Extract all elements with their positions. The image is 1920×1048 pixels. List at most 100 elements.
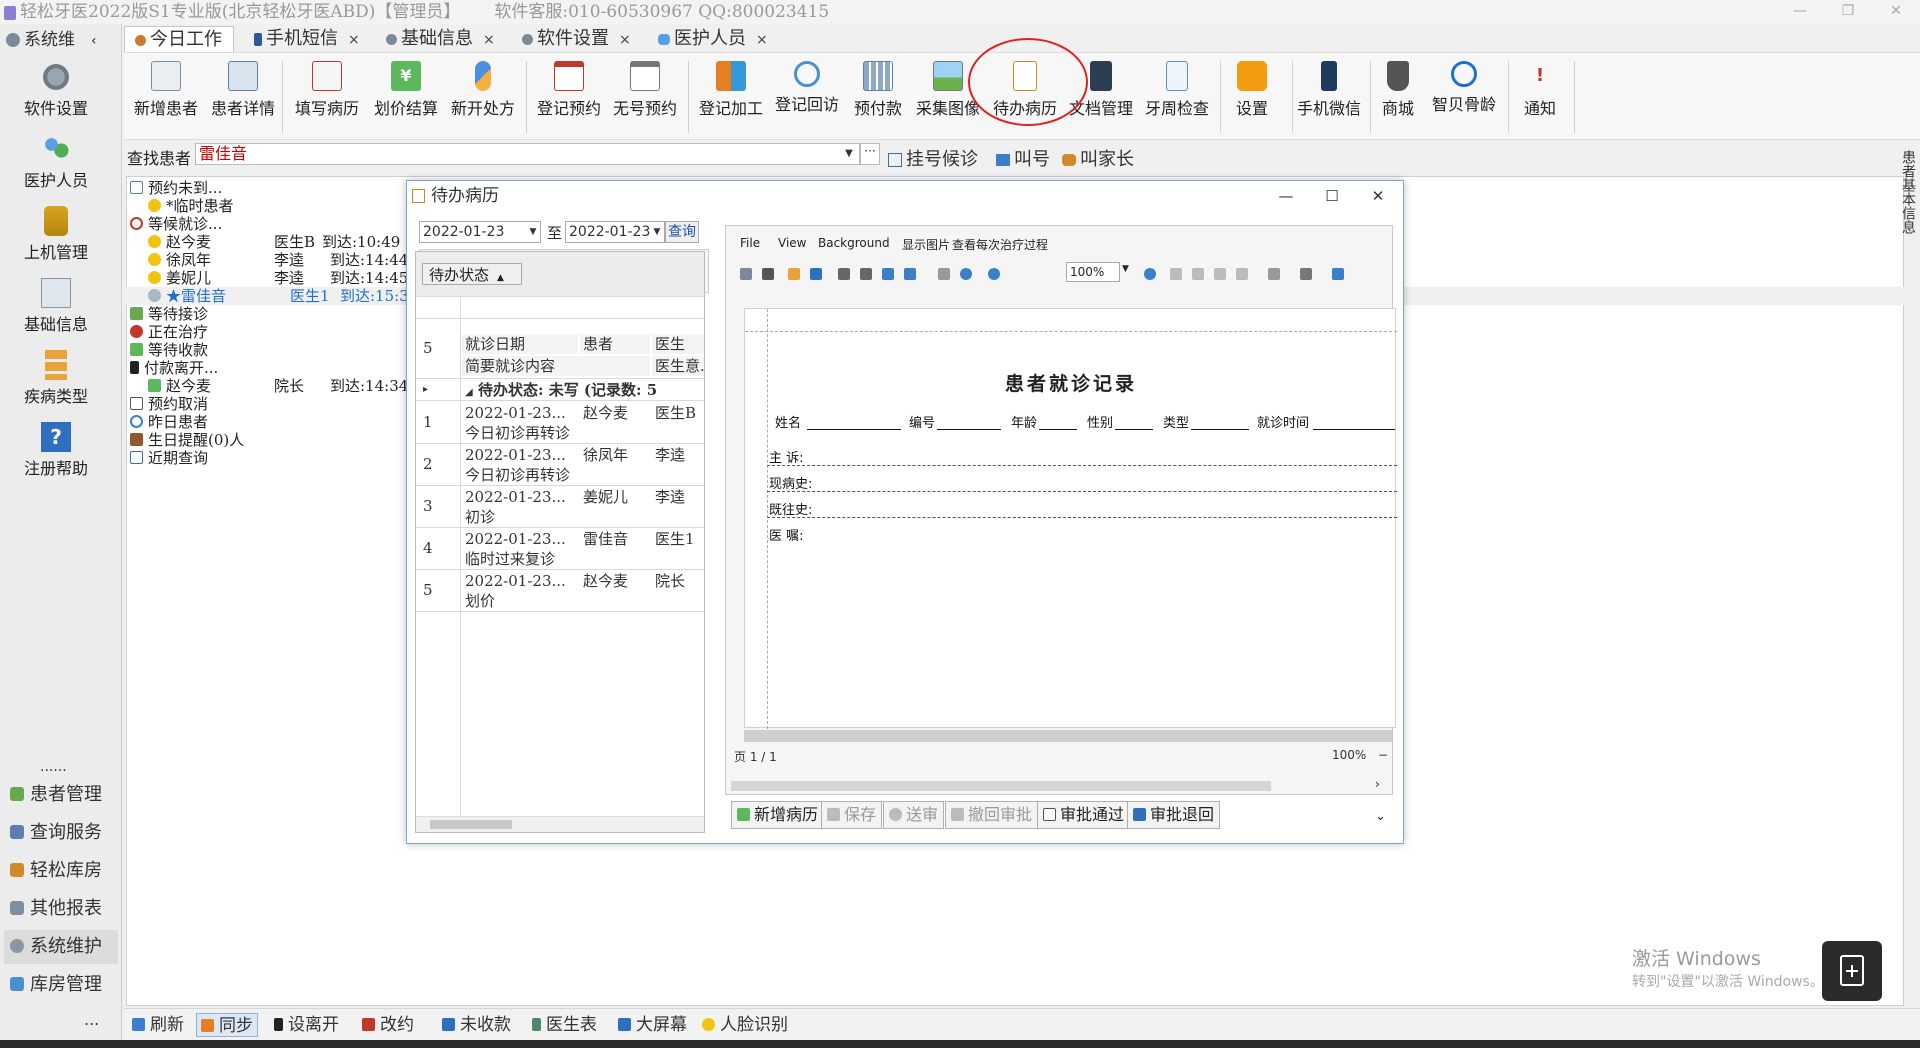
chevron-down-icon[interactable]: ▼ — [1122, 264, 1129, 274]
dialog-close-button[interactable]: ✕ — [1355, 181, 1401, 211]
search-more-button[interactable]: ··· — [860, 143, 880, 165]
minimize-button[interactable]: — — [1780, 0, 1820, 24]
nav-register-help[interactable]: ? 注册帮助 — [0, 422, 112, 479]
reject-button[interactable]: 审批退回 — [1127, 801, 1221, 829]
previous-page-icon[interactable] — [1192, 268, 1204, 280]
tree-patient-row[interactable]: 赵今麦 — [148, 377, 211, 395]
chevron-down-icon[interactable]: ⌄ — [1375, 809, 1386, 824]
zhibei-bone-age-button[interactable]: 智贝骨龄 — [1430, 61, 1498, 115]
call-parent-button[interactable]: 叫家长 — [1062, 145, 1134, 171]
cell-doctor[interactable]: 李逵 — [652, 445, 704, 465]
cell-doctor[interactable]: 医生1 — [652, 529, 704, 549]
tree-node-waiting-reception[interactable]: 等待接诊 — [130, 305, 208, 323]
open-folder-icon[interactable] — [788, 268, 800, 280]
tree-node-waiting[interactable]: 等候就诊... — [130, 215, 222, 233]
dialog-maximize-button[interactable]: ☐ — [1309, 181, 1355, 211]
big-screen-button[interactable]: 大屏幕 — [614, 1013, 691, 1037]
tree-node-appointment-not-arrived[interactable]: 预约未到... — [130, 179, 222, 197]
nav-header[interactable]: 系统维 ‹ — [6, 28, 118, 52]
tree-patient-row[interactable]: 徐凤年 — [148, 251, 211, 269]
tree-node-cancelled[interactable]: 预约取消 — [130, 395, 208, 413]
register-followup-button[interactable]: 登记回访 — [774, 61, 840, 115]
collapse-icon[interactable]: ‹ — [91, 33, 97, 49]
date-to-input[interactable]: 2022-01-23 ▼ — [565, 221, 665, 243]
nav-splitter[interactable]: ...... — [40, 759, 67, 775]
save-button[interactable]: 保存 — [821, 801, 883, 829]
tab-sms[interactable]: 手机短信 × — [244, 26, 360, 52]
quick-print-icon[interactable] — [860, 268, 872, 280]
hand-tool-icon[interactable] — [938, 268, 950, 280]
save-icon[interactable] — [810, 268, 822, 280]
cell-brief-content[interactable]: 临时过来复诊 — [462, 549, 650, 569]
color-icon[interactable] — [1300, 268, 1312, 280]
cell-visit-date[interactable]: 2022-01-23... — [462, 445, 578, 465]
tab-basic-info[interactable]: 基础信息 × — [376, 26, 500, 52]
call-number-button[interactable]: 叫号 — [996, 145, 1050, 171]
chevron-down-icon[interactable]: ▼ — [839, 144, 859, 164]
close-icon[interactable]: × — [756, 32, 768, 48]
periodontal-check-button[interactable]: 牙周检查 — [1144, 61, 1210, 119]
tree-patient-row[interactable]: 姜妮儿 — [148, 269, 211, 287]
submit-review-button[interactable]: 送审 — [883, 801, 945, 829]
nav-login-management[interactable]: 上机管理 — [0, 206, 112, 263]
tab-software-settings[interactable]: 软件设置 × — [512, 26, 636, 52]
tree-patient-row-selected[interactable]: ★雷佳音 — [148, 287, 226, 305]
zoom-in-icon[interactable] — [1144, 268, 1156, 280]
mobile-wechat-button[interactable]: 手机微信 — [1296, 61, 1362, 119]
menu-background[interactable]: Background — [818, 236, 890, 250]
header-doctor[interactable]: 医生 — [652, 334, 704, 354]
withdraw-approval-button[interactable]: 撤回审批 — [945, 801, 1039, 829]
nav-software-settings[interactable]: 软件设置 — [0, 62, 112, 119]
register-processing-button[interactable]: 登记加工 — [698, 61, 764, 119]
register-waiting-button[interactable]: 挂号候诊 — [888, 145, 978, 171]
multipage-icon[interactable] — [1268, 268, 1280, 280]
group-by-status-chip[interactable]: 待办状态 ▲ — [422, 263, 522, 285]
search-icon[interactable] — [762, 268, 774, 280]
date-from-input[interactable]: 2022-01-23 ▼ — [419, 221, 541, 243]
collapse-icon[interactable]: ◢ — [465, 387, 473, 398]
reschedule-button[interactable]: 改约 — [358, 1013, 418, 1037]
nav-patient-management[interactable]: 患者管理 — [4, 778, 118, 812]
face-recognition-button[interactable]: 人脸识别 — [698, 1013, 792, 1037]
sync-button[interactable]: 同步 — [196, 1013, 258, 1037]
page-setup-icon[interactable] — [882, 268, 894, 280]
print-icon[interactable] — [838, 268, 850, 280]
prepayment-button[interactable]: 预付款 — [850, 61, 906, 119]
cell-visit-date[interactable]: 2022-01-23... — [462, 529, 578, 549]
tab-today-work[interactable]: 今日工作 — [124, 26, 234, 52]
cell-visit-date[interactable]: 2022-01-23... — [462, 403, 578, 423]
approve-button[interactable]: 审批通过 — [1037, 801, 1131, 829]
magnifier-icon[interactable] — [960, 268, 972, 280]
tab-medical-staff[interactable]: 医护人员 × — [648, 26, 778, 52]
cell-patient[interactable]: 雷佳音 — [580, 529, 650, 549]
chevron-down-icon[interactable]: ▼ — [651, 223, 663, 241]
tree-node-temp-patient[interactable]: *临时患者 — [148, 197, 234, 215]
close-icon[interactable]: × — [483, 32, 495, 48]
new-record-button[interactable]: 新增病历 — [731, 801, 825, 829]
cell-brief-content[interactable]: 初诊 — [462, 507, 650, 527]
tree-node-in-treatment[interactable]: 正在治疗 — [130, 323, 208, 341]
chevron-down-icon[interactable]: ▼ — [527, 223, 539, 241]
export-icon[interactable] — [1332, 268, 1344, 280]
zoom-out-icon[interactable] — [988, 268, 1000, 280]
close-icon[interactable]: × — [619, 32, 631, 48]
header-doctor-opinion[interactable]: 医生意... — [652, 356, 704, 376]
query-button[interactable]: 查询 — [665, 221, 699, 243]
cell-patient[interactable]: 赵今麦 — [580, 403, 650, 423]
dialog-minimize-button[interactable]: — — [1263, 181, 1309, 211]
cell-visit-date[interactable]: 2022-01-23... — [462, 487, 578, 507]
nav-disease-types[interactable]: 疾病类型 — [0, 350, 112, 407]
nav-medical-staff[interactable]: 医护人员 — [0, 134, 112, 191]
nav-warehouse[interactable]: 轻松库房 — [4, 854, 118, 888]
unpaid-button[interactable]: 未收款 — [438, 1013, 515, 1037]
nav-query-service[interactable]: 查询服务 — [4, 816, 118, 850]
zoom-select[interactable]: 100% — [1066, 262, 1120, 282]
patient-info-side-tab[interactable]: 患者基本信息 — [1898, 150, 1918, 238]
settings-button[interactable]: 设置 — [1230, 61, 1274, 119]
close-window-button[interactable]: ✕ — [1876, 0, 1916, 24]
grid-horizontal-scrollbar[interactable] — [416, 816, 704, 832]
tree-node-birthday[interactable]: 生日提醒(0)人 — [130, 431, 244, 449]
scroll-right-icon[interactable]: › — [1375, 777, 1380, 791]
tree-node-waiting-payment[interactable]: 等待收款 — [130, 341, 208, 359]
pricing-settlement-button[interactable]: ¥ 划价结算 — [372, 61, 440, 119]
